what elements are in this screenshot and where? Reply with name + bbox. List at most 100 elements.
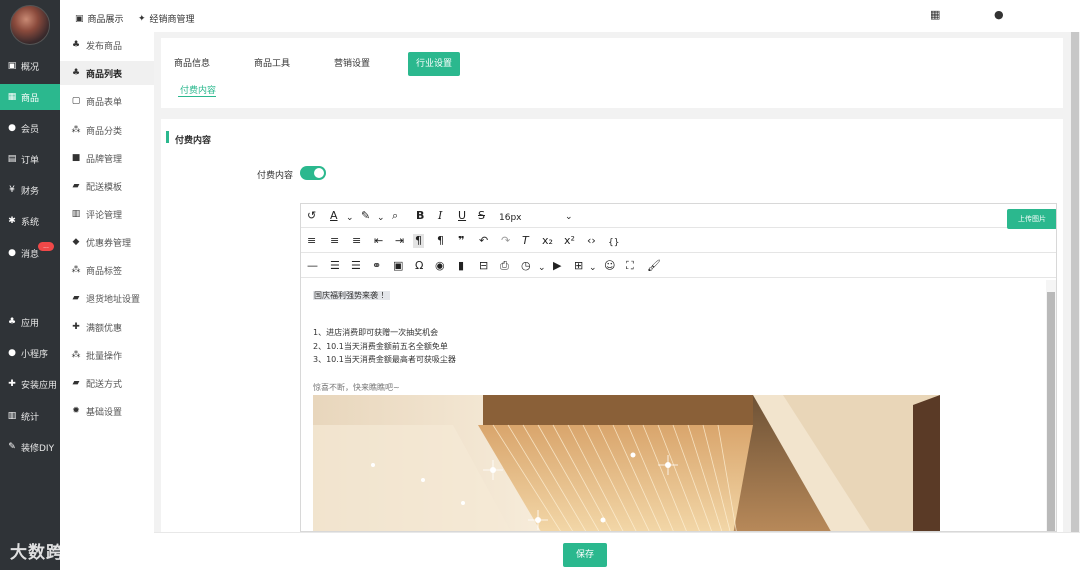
sub-item-shipping-template[interactable]: ▰ 配送模板	[60, 174, 154, 198]
eye-icon[interactable]: ◉	[435, 259, 445, 273]
chat-icon: ●	[8, 248, 16, 258]
content-line[interactable]: 惊喜不断，快来瞧瞧吧~	[313, 382, 400, 393]
bold-icon[interactable]: B	[416, 209, 424, 223]
tab-goods-info[interactable]: 商品信息	[174, 52, 210, 76]
sidebar-item-diy[interactable]: ✎ 装修DIY	[0, 434, 60, 460]
sub-item-tags[interactable]: ⁂ 商品标签	[60, 258, 154, 282]
content-line[interactable]: 1、进店消费即可获赠一次抽奖机会	[313, 327, 438, 338]
sidebar-item-finance[interactable]: ¥ 财务	[0, 177, 60, 203]
sub-item-goods-form[interactable]: ▢ 商品表单	[60, 89, 154, 113]
chevron-down-icon[interactable]: ⌄	[565, 210, 573, 224]
tab-marketing[interactable]: 营销设置	[334, 52, 370, 76]
chevron-down-icon[interactable]: ⌄	[589, 261, 597, 275]
image-icon[interactable]: ▣	[393, 259, 403, 273]
editor-scrollbar-thumb[interactable]	[1047, 292, 1055, 531]
sub-item-full-discount[interactable]: ✚ 满额优惠	[60, 315, 154, 339]
media-icon[interactable]: ▶	[553, 259, 561, 273]
sub-item-batch[interactable]: ⁂ 批量操作	[60, 343, 154, 367]
quote-icon[interactable]: ❞	[458, 234, 464, 248]
ltr-icon[interactable]: ¶	[413, 234, 424, 248]
sidebar-item-miniprogram[interactable]: ● 小程序	[0, 340, 60, 366]
font-size-select[interactable]: 16px	[499, 211, 522, 225]
upload-image-button[interactable]: 上传图片	[1007, 209, 1056, 229]
italic-icon[interactable]: I	[438, 209, 442, 223]
history-icon[interactable]: ↺	[307, 209, 316, 223]
sub-item-category[interactable]: ⁂ 商品分类	[60, 118, 154, 142]
underline-icon[interactable]: U	[458, 209, 466, 223]
top-tab-goods-display[interactable]: ▣ 商品展示	[75, 12, 124, 26]
subtab-paid-content[interactable]: 付费内容	[180, 83, 216, 96]
chevron-down-icon[interactable]: ⌄	[346, 211, 354, 225]
paid-content-toggle[interactable]	[300, 166, 326, 180]
code-icon[interactable]: ‹›	[587, 234, 596, 248]
avatar[interactable]	[10, 5, 50, 45]
subscript-icon[interactable]: x₂	[542, 234, 553, 248]
bullet-list-icon[interactable]: ☰	[330, 259, 340, 273]
table-icon[interactable]: ⊞	[574, 259, 583, 273]
sub-item-coupons[interactable]: ◆ 优惠券管理	[60, 230, 154, 254]
undo-icon[interactable]: ↶	[479, 234, 488, 248]
chevron-down-icon[interactable]: ⌄	[538, 261, 546, 275]
sub-item-return-address[interactable]: ▰ 退货地址设置	[60, 286, 154, 310]
page-scrollbar-thumb[interactable]	[1071, 2, 1079, 532]
tab-industry[interactable]: 行业设置	[408, 52, 461, 76]
horizontal-rule-icon[interactable]: —	[307, 259, 318, 273]
sub-item-delivery-method[interactable]: ▰ 配送方式	[60, 371, 154, 395]
sidebar-item-messages[interactable]: ● 消息 ...	[0, 240, 60, 266]
superscript-icon[interactable]: x²	[564, 234, 575, 248]
sub-item-goods-list[interactable]: ♣ 商品列表	[60, 61, 154, 85]
save-button[interactable]: 保存	[563, 543, 607, 567]
sub-item-reviews[interactable]: ▥ 评论管理	[60, 202, 154, 226]
sub-item-publish[interactable]: ♣ 发布商品	[60, 33, 154, 57]
emoji-icon[interactable]: ☺	[604, 259, 615, 273]
print-icon[interactable]: ⎙	[500, 259, 509, 273]
sidebar-item-stats[interactable]: ▥ 统计	[0, 403, 60, 429]
redo-icon[interactable]: ↷	[501, 234, 510, 248]
lobby-photo[interactable]	[313, 395, 940, 532]
numbered-list-icon[interactable]: ☰	[351, 259, 361, 273]
apps-grid-icon[interactable]: ▦	[930, 8, 940, 21]
image-icon: ▣	[75, 13, 84, 24]
font-color-icon[interactable]: A	[330, 209, 338, 223]
format-painter-icon[interactable]: 🖌	[647, 259, 661, 273]
fullscreen-icon[interactable]: ⛶	[626, 259, 634, 273]
tab-goods-tools[interactable]: 商品工具	[254, 52, 290, 76]
code-block-icon[interactable]: {}	[608, 236, 619, 250]
rtl-icon[interactable]: ¶	[437, 234, 444, 248]
top-tab-distributor[interactable]: ✦ 经销商管理	[138, 12, 195, 26]
bookmark-icon[interactable]: ▮	[458, 259, 464, 273]
omega-icon[interactable]: Ω	[415, 259, 423, 273]
link-icon[interactable]: ⚭	[372, 259, 381, 273]
clock-icon[interactable]: ◷	[521, 259, 531, 273]
strikethrough-icon[interactable]: S	[478, 209, 485, 223]
section-marker	[166, 131, 169, 143]
search-icon[interactable]: ⌕	[392, 209, 398, 223]
page-break-icon[interactable]: ⊟	[479, 259, 488, 273]
form-icon: ▢	[71, 96, 81, 106]
wrench-icon: ✎	[8, 442, 16, 452]
sub-item-basic-settings[interactable]: ✹ 基础设置	[60, 399, 154, 423]
align-center-icon[interactable]: ≡	[330, 234, 339, 248]
bottom-bar: 保存	[154, 532, 1080, 570]
sidebar-item-overview[interactable]: ▣ 概况	[0, 53, 60, 79]
sub-item-brand[interactable]: ■ 品牌管理	[60, 146, 154, 170]
watermark: 大数跨境	[10, 543, 82, 563]
sidebar-item-members[interactable]: ● 会员	[0, 115, 60, 141]
sitemap-icon: ⁂	[71, 350, 81, 360]
indent-icon[interactable]: ⇥	[395, 234, 404, 248]
sidebar-item-orders[interactable]: ▤ 订单	[0, 146, 60, 172]
sidebar-item-install-apps[interactable]: ✚ 安装应用	[0, 371, 60, 397]
align-left-icon[interactable]: ≡	[307, 234, 316, 248]
sidebar-item-apps[interactable]: ♣ 应用	[0, 309, 60, 335]
chevron-down-icon[interactable]: ⌄	[377, 211, 385, 225]
sidebar-item-system[interactable]: ✱ 系统	[0, 208, 60, 234]
content-line[interactable]: 2、10.1当天消费金额前五名全额免单	[313, 341, 448, 352]
align-right-icon[interactable]: ≡	[352, 234, 361, 248]
content-line[interactable]: 3、10.1当天消费金额最高者可获吸尘器	[313, 354, 456, 365]
highlight-icon[interactable]: ✎	[361, 209, 370, 223]
user-icon[interactable]: ●	[994, 8, 1004, 21]
clear-format-icon[interactable]: T	[522, 234, 529, 248]
sidebar-item-goods[interactable]: ▦ 商品	[0, 84, 60, 110]
content-line[interactable]: 国庆福利强势来袭 ！	[313, 290, 390, 301]
outdent-icon[interactable]: ⇤	[374, 234, 383, 248]
